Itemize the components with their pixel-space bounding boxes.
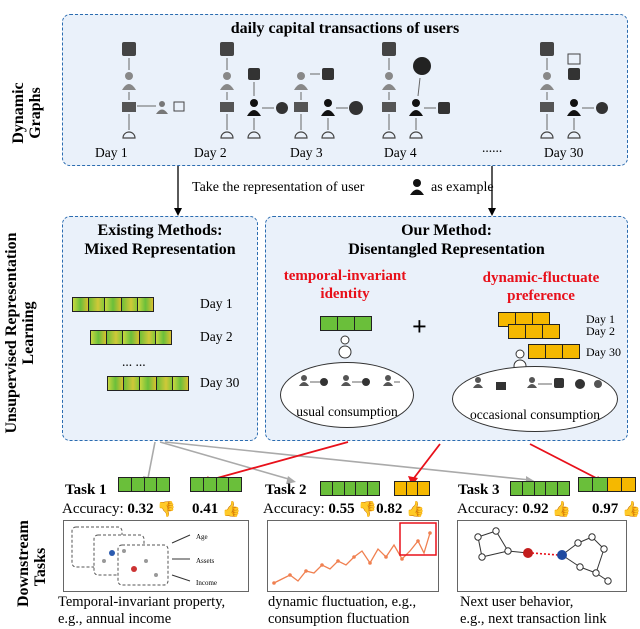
existing-ellipsis: ... ...	[122, 354, 146, 369]
row-label-dynamic-graphs: Dynamic Graphs	[10, 82, 44, 144]
ours-score: 0.97	[592, 501, 619, 517]
mixed-vector-day-1	[72, 297, 154, 312]
existing-title-1: Existing Methods:	[97, 222, 223, 239]
panel-age: Age	[196, 533, 208, 541]
cloud-graph-left	[299, 375, 400, 386]
task-3-accuracy: Accuracy: 0.92 👍	[457, 500, 572, 518]
thumbs-up-icon: 👍	[406, 502, 425, 518]
baseline-score: 0.32	[127, 501, 154, 517]
task-2-desc-1: dynamic fluctuation, e.g.,	[268, 594, 417, 610]
mixed-vector-day-2	[90, 330, 172, 345]
task-2-panel	[267, 520, 439, 592]
thumbs-down-icon: 👎	[157, 502, 177, 518]
task-2-ours-vector	[394, 481, 430, 496]
task-3-ours-accuracy: 0.97 👍	[592, 500, 640, 518]
user-icon	[125, 72, 133, 80]
invariant-vector	[320, 316, 372, 331]
occasional-consumption-label: occasional consumption	[469, 407, 601, 422]
panel-income: Income	[196, 579, 217, 587]
ours-title-1: Our Method:	[401, 222, 492, 239]
task-3-desc-1: Next user behavior,	[460, 594, 574, 610]
task-1-panel: Age Assets Income	[63, 520, 249, 592]
thumbs-up-icon: 👍	[222, 502, 241, 518]
source-node	[523, 548, 533, 558]
fluctuate-label-2: preference	[507, 288, 575, 304]
bus-icon	[122, 42, 136, 56]
taxi-icon	[248, 68, 260, 80]
usual-consumption-label: usual consumption	[296, 404, 398, 419]
caption-text-before: Take the representation of user	[192, 180, 365, 195]
day-label: Day 1	[95, 145, 128, 160]
task-1-title: Task 1	[65, 482, 107, 498]
existing-title-2: Mixed Representation	[84, 241, 236, 258]
day-label: Day 30	[544, 145, 584, 160]
task-1-ours-vector	[190, 477, 242, 492]
task-1-desc-2: e.g., annual income	[58, 611, 172, 627]
film-icon	[349, 101, 363, 115]
row-label-downstream: Downstream Tasks	[15, 520, 49, 607]
shop-icon	[122, 102, 136, 112]
task-1-baseline-vector	[118, 477, 170, 492]
task-2-baseline-vector	[320, 481, 380, 496]
task-1-desc-1: Temporal-invariant property,	[58, 594, 226, 610]
panel-assets: Assets	[196, 557, 215, 565]
highlight-box	[399, 522, 437, 556]
invariant-label-2: identity	[320, 286, 370, 302]
thumbs-up-icon: 👍	[552, 502, 572, 518]
task-2-desc-2: consumption fluctuation	[268, 611, 410, 627]
day-label: Day 3	[290, 145, 323, 160]
task-2-title: Task 2	[265, 482, 307, 498]
task-1-accuracy: Accuracy: 0.32 👎	[62, 500, 177, 518]
fluctuate-label-1: dynamic-fluctuate	[482, 270, 600, 286]
target-node	[557, 550, 567, 560]
task-2-accuracy: Accuracy: 0.55 👎 0.82 👍	[263, 500, 425, 518]
task-1-ours-accuracy: 0.41 👍	[192, 500, 241, 518]
caption-text-after: as example	[431, 180, 494, 195]
user-icon	[410, 179, 424, 195]
task-3-baseline-vector	[510, 481, 570, 496]
day-ellipsis: ......	[482, 140, 503, 155]
task-3-panel	[457, 520, 627, 592]
thumbs-down-icon: 👎	[358, 502, 378, 518]
existing-day-label: Day 2	[200, 329, 233, 344]
fluctuation-line-chart	[272, 522, 437, 585]
task-3-ours-vector	[578, 477, 636, 492]
graph-day-30	[540, 42, 608, 139]
ours-title-2: Disentangled Representation	[348, 241, 545, 258]
day-label: Day 4	[384, 145, 417, 160]
accuracy-label: Accuracy:	[457, 501, 519, 517]
ours-score: 0.41	[192, 501, 219, 517]
existing-day-label: Day 30	[200, 375, 240, 390]
invariant-label-1: temporal-invariant	[283, 268, 407, 284]
graph-drawings	[122, 42, 608, 139]
thumbs-up-icon: 👍	[622, 502, 640, 518]
dynamic-graphs-title: daily capital transactions of users	[230, 20, 460, 37]
service-icon	[122, 131, 136, 139]
nested-graph-figure: Age Assets Income	[71, 526, 217, 587]
day-label: Day 2	[194, 145, 227, 160]
next-link-graph	[474, 527, 612, 585]
mixed-vector-day-30	[107, 376, 189, 391]
accuracy-label: Accuracy:	[263, 501, 325, 517]
ours-score: 0.82	[376, 501, 403, 517]
baseline-score: 0.55	[328, 501, 355, 517]
task-3-title: Task 3	[458, 482, 500, 498]
graph-day-4	[382, 42, 450, 139]
cloud-graph-right	[473, 377, 602, 390]
graph-day-3	[294, 68, 363, 139]
graph-day-1	[122, 42, 185, 139]
graph-day-2	[220, 42, 288, 139]
row-label-unsupervised: Unsupervised Representation Learning	[3, 232, 37, 434]
accuracy-label: Accuracy:	[62, 501, 124, 517]
task-3-desc-2: e.g., next transaction link	[460, 611, 607, 627]
existing-day-label: Day 1	[200, 296, 233, 311]
baseline-score: 0.92	[522, 501, 549, 517]
